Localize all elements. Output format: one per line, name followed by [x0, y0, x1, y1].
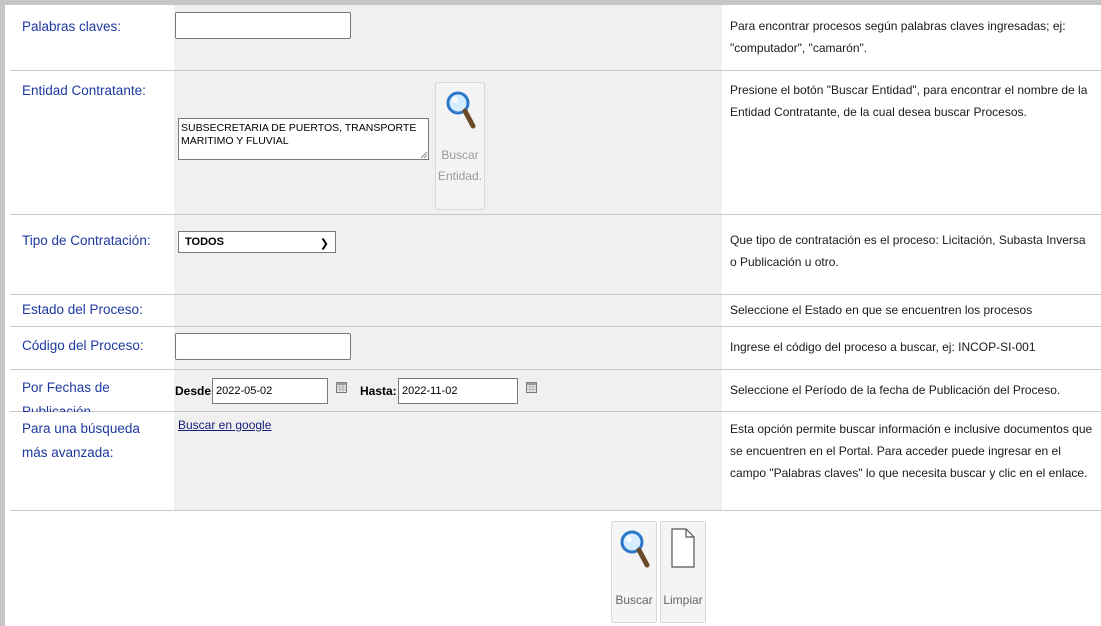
buscar-label: Buscar: [615, 593, 653, 607]
desde-date-input[interactable]: 2022-05-02: [212, 378, 328, 404]
help-entidad-contratante: Presione el botón "Buscar Entidad", para…: [730, 83, 1088, 119]
row-fechas-publicacion: Por Fechas de Publicación Desde: 2022-05…: [10, 370, 1101, 419]
label-codigo-proceso: Código del Proceso:: [22, 338, 144, 353]
row-entidad-contratante: Entidad Contratante: SUBSECRETARIA DE PU…: [10, 71, 1101, 215]
label-tipo-contratacion: Tipo de Contratación:: [22, 233, 151, 248]
hasta-label: Hasta:: [360, 384, 397, 398]
buscar-entidad-label-1: Buscar: [441, 148, 479, 162]
limpiar-label: Limpiar: [663, 593, 703, 607]
help-tipo-contratacion: Que tipo de contratación es el proceso: …: [730, 233, 1086, 269]
codigo-proceso-input[interactable]: [175, 333, 351, 360]
help-fechas-publicacion: Seleccione el Período de la fecha de Pub…: [730, 383, 1061, 397]
chevron-down-icon: ❯: [319, 238, 329, 250]
buscar-entidad-label-2: Entidad.: [437, 169, 483, 183]
row-busqueda-avanzada: Para una búsqueda más avanzada: Buscar e…: [10, 412, 1101, 511]
help-codigo-proceso: Ingrese el código del proceso a buscar, …: [730, 340, 1036, 354]
tipo-contratacion-select[interactable]: TODOS ❯: [178, 231, 336, 253]
magnifier-icon: [620, 530, 650, 568]
keywords-input[interactable]: [175, 12, 351, 39]
row-codigo-proceso: Código del Proceso: Ingrese el código de…: [10, 327, 1101, 370]
desde-calendar-icon[interactable]: [336, 382, 347, 393]
tipo-contratacion-value: TODOS: [185, 236, 224, 248]
row-estado-proceso: Estado del Proceso: Seleccione el Estado…: [10, 295, 1101, 339]
actions-area: Buscar Limpiar: [10, 511, 1101, 626]
buscar-en-google-link[interactable]: Buscar en google: [178, 418, 271, 432]
help-palabras-claves: Para encontrar procesos según palabras c…: [730, 19, 1066, 55]
buscar-entidad-button[interactable]: Buscar Entidad.: [435, 82, 485, 210]
limpiar-button[interactable]: Limpiar: [660, 521, 706, 623]
hasta-calendar-icon[interactable]: [526, 382, 537, 393]
help-busqueda-avanzada: Esta opción permite buscar información e…: [730, 422, 1093, 480]
left-border: [0, 0, 5, 626]
row-tipo-contratacion: Tipo de Contratación: TODOS ❯ Que tipo d…: [10, 215, 1101, 295]
label-estado-proceso: Estado del Proceso:: [22, 302, 143, 317]
magnifier-icon: [446, 91, 476, 129]
resize-grip-icon[interactable]: [420, 151, 428, 159]
label-busqueda-avanzada: Para una búsqueda más avanzada:: [22, 421, 140, 460]
label-palabras-claves: Palabras claves:: [22, 19, 122, 34]
label-entidad-contratante: Entidad Contratante:: [22, 83, 146, 98]
row-palabras-claves: Palabras claves: Para encontrar procesos…: [10, 5, 1101, 71]
blank-document-icon: [671, 528, 695, 568]
estado-proceso-control: [174, 295, 722, 326]
desde-label: Desde:: [175, 384, 216, 398]
hasta-date-input[interactable]: 2022-11-02: [398, 378, 518, 404]
entidad-textarea[interactable]: SUBSECRETARIA DE PUERTOS, TRANSPORTE MAR…: [178, 118, 429, 160]
buscar-button[interactable]: Buscar: [611, 521, 657, 623]
